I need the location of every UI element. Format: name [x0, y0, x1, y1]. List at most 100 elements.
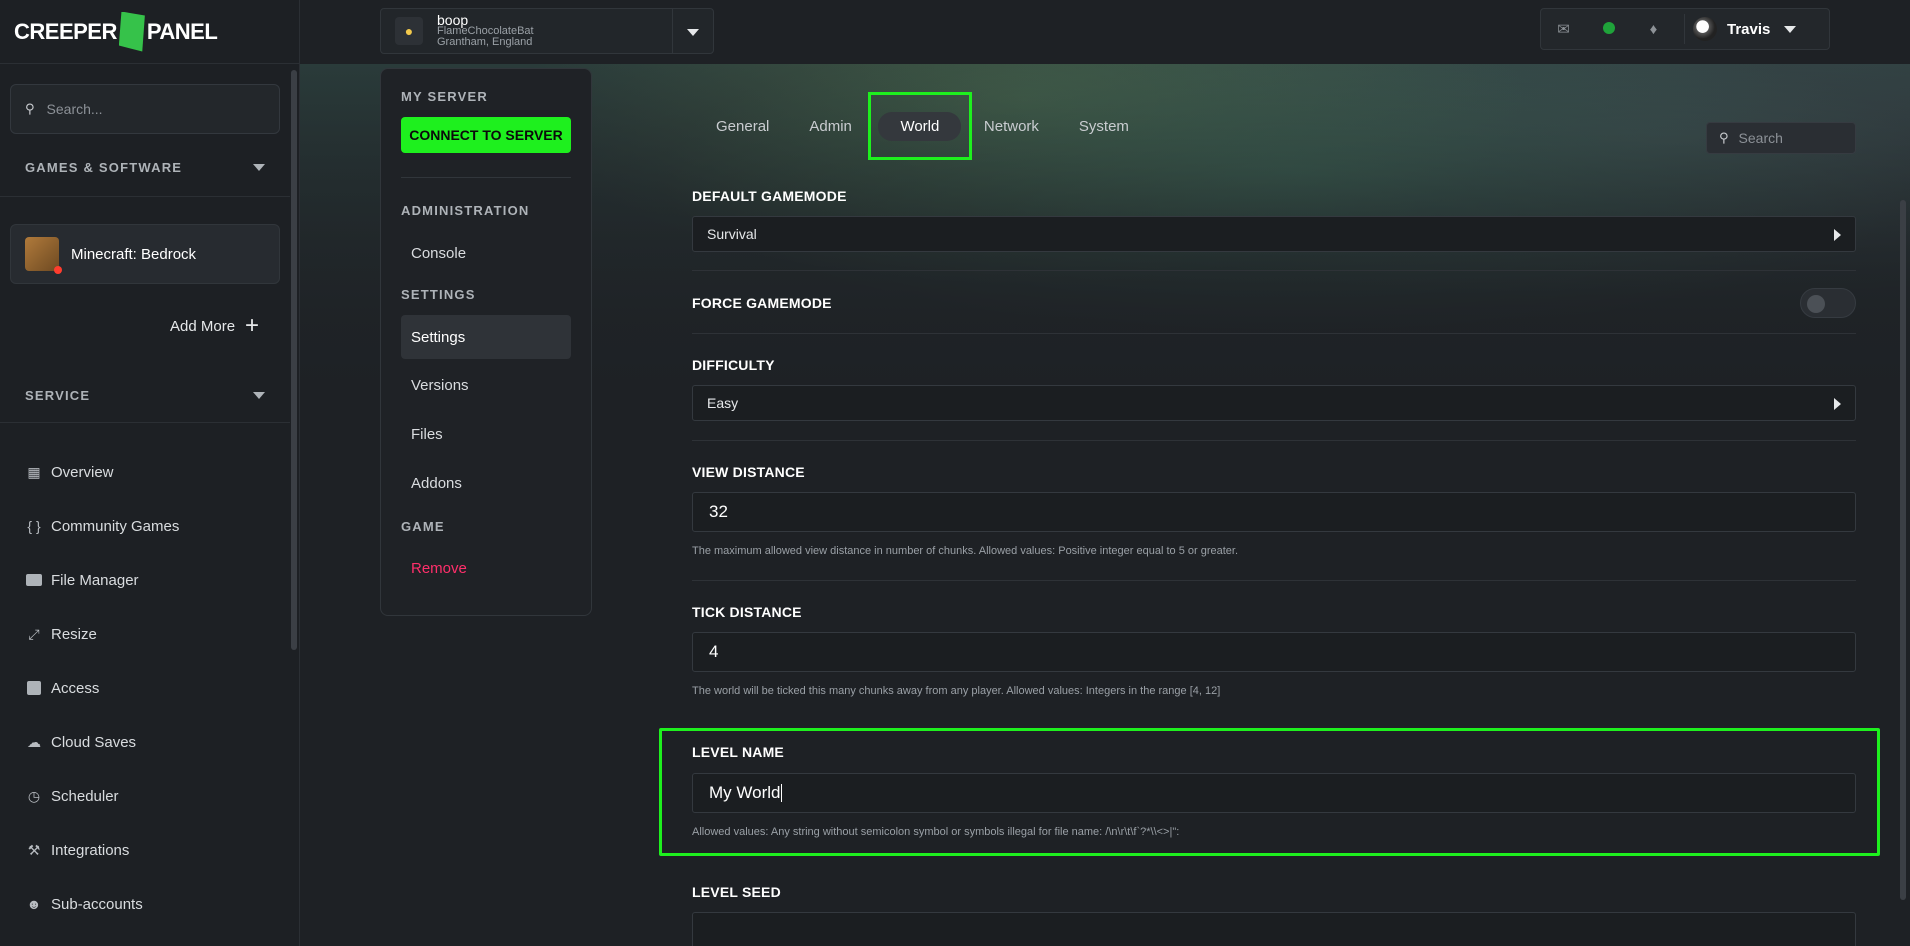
divider: [401, 177, 571, 178]
brand-logo[interactable]: CREEPER PANEL: [0, 0, 299, 64]
difficulty-value: Easy: [707, 395, 739, 411]
service-section-toggle[interactable]: SERVICE: [25, 388, 265, 403]
settings-heading: SETTINGS: [401, 287, 476, 302]
divider: [692, 270, 1856, 271]
clock-icon: ◷: [27, 787, 41, 804]
subnav-item-remove[interactable]: Remove: [411, 560, 467, 577]
sidebar-item-label: Cloud Saves: [51, 733, 137, 751]
chevron-down-icon: [253, 164, 265, 171]
view-distance-input[interactable]: 32: [692, 492, 1856, 532]
divider: [692, 580, 1856, 581]
wrench-icon: ⚒: [27, 841, 41, 858]
level-seed-input[interactable]: [692, 912, 1856, 946]
sidebar-item-label: Scheduler: [51, 787, 119, 805]
server-avatar-icon: ●: [395, 17, 423, 45]
chevron-down-icon[interactable]: [1784, 25, 1797, 33]
force-gamemode-label: FORCE GAMEMODE: [692, 295, 832, 311]
sidebar-item-community-games[interactable]: { } Community Games: [25, 517, 179, 535]
subnav-item-addons[interactable]: Addons: [411, 475, 462, 492]
level-seed-label: LEVEL SEED: [692, 884, 781, 900]
divider: [692, 333, 1856, 334]
user-name[interactable]: Travis: [1727, 21, 1770, 38]
chevron-right-icon: [1834, 398, 1841, 410]
avatar[interactable]: [1693, 17, 1717, 41]
sidebar-item-label: Community Games: [51, 517, 180, 535]
subnav-item-versions[interactable]: Versions: [411, 377, 469, 394]
difficulty-label: DIFFICULTY: [692, 357, 775, 373]
force-gamemode-toggle[interactable]: [1800, 288, 1856, 318]
status-indicator[interactable]: [1586, 21, 1631, 38]
search-icon: ⚲: [25, 101, 35, 116]
tab-world[interactable]: World: [867, 92, 972, 160]
tick-distance-value: 4: [709, 642, 719, 661]
tick-distance-hint: The world will be ticked this many chunk…: [692, 685, 1221, 697]
subnav-item-files[interactable]: Files: [411, 426, 443, 443]
tick-distance-label: TICK DISTANCE: [692, 604, 802, 620]
chevron-down-icon: [253, 392, 265, 399]
sidebar-item-scheduler[interactable]: ◷ Scheduler: [25, 787, 119, 805]
main-scrollbar[interactable]: [1900, 200, 1906, 900]
connect-to-server-button[interactable]: CONNECT TO SERVER: [401, 117, 571, 153]
sidebar-search-input[interactable]: [46, 101, 247, 117]
view-distance-hint: The maximum allowed view distance in num…: [692, 545, 1239, 557]
chat-icon[interactable]: ✉: [1541, 20, 1586, 38]
games-section-toggle[interactable]: GAMES & SOFTWARE: [25, 160, 265, 175]
games-section-label: GAMES & SOFTWARE: [25, 160, 183, 175]
sidebar-item-label: Access: [51, 679, 100, 697]
game-name: Minecraft: Bedrock: [71, 245, 197, 263]
level-name-hint: Allowed values: Any string without semic…: [692, 826, 1180, 838]
sidebar-item-label: Integrations: [51, 841, 130, 859]
server-name: boop: [437, 11, 469, 28]
add-more-button[interactable]: Add More +: [170, 314, 259, 338]
online-status-icon: [1602, 21, 1615, 34]
sidebar-scrollbar[interactable]: [291, 70, 297, 650]
chevron-down-icon[interactable]: [687, 29, 699, 36]
server-player: FlameChocolateBat: [437, 24, 534, 37]
sidebar-item-label: Resize: [51, 625, 97, 643]
difficulty-select[interactable]: Easy: [692, 385, 1856, 421]
tab-world-label: World: [878, 111, 962, 141]
sidebar-item-sub-accounts[interactable]: ☻ Sub-accounts: [25, 895, 143, 913]
sidebar-search: ⚲: [10, 84, 280, 134]
tab-admin[interactable]: Admin: [809, 118, 852, 135]
plus-icon: +: [245, 312, 260, 339]
server-picker[interactable]: ● boop FlameChocolateBat Grantham, Engla…: [380, 8, 714, 54]
divider: [672, 9, 673, 53]
folder-icon: [25, 571, 43, 589]
tab-general[interactable]: General: [716, 118, 769, 135]
divider: [1684, 14, 1685, 44]
tab-system[interactable]: System: [1079, 118, 1129, 135]
default-gamemode-label: DEFAULT GAMEMODE: [692, 188, 847, 204]
top-right-controls: ✉ ♦ Travis: [1540, 8, 1830, 50]
text-cursor: [781, 784, 783, 802]
sidebar-item-file-manager[interactable]: File Manager: [25, 571, 139, 589]
sidebar-item-resize[interactable]: ⤢ Resize: [25, 625, 97, 643]
sidebar-item-cloud-saves[interactable]: ☁ Cloud Saves: [25, 733, 136, 751]
my-server-heading: MY SERVER: [401, 89, 488, 104]
service-section-label: SERVICE: [25, 388, 91, 403]
sidebar-item-integrations[interactable]: ⚒ Integrations: [25, 841, 130, 859]
subnav-item-console[interactable]: Console: [411, 245, 466, 262]
server-location: Grantham, England: [437, 35, 533, 48]
resize-icon: ⤢: [28, 625, 40, 642]
divider: [0, 196, 290, 197]
subnav-item-settings[interactable]: Settings: [411, 329, 465, 346]
logo-right: PANEL: [146, 18, 218, 44]
lock-icon: [25, 679, 43, 697]
level-name-input[interactable]: My World: [692, 773, 1856, 813]
game-heading: GAME: [401, 519, 445, 534]
tab-network[interactable]: Network: [984, 118, 1039, 135]
level-name-value: My World: [709, 783, 781, 802]
administration-heading: ADMINISTRATION: [401, 203, 530, 218]
game-card-minecraft-bedrock[interactable]: Minecraft: Bedrock: [10, 224, 280, 284]
default-gamemode-value: Survival: [707, 226, 757, 242]
sidebar-item-overview[interactable]: ▦ Overview: [25, 463, 113, 481]
sidebar-item-access[interactable]: Access: [25, 679, 99, 697]
sidebar-item-label: Sub-accounts: [51, 895, 143, 913]
settings-tabs: General Admin World Network System: [700, 92, 1169, 160]
sidebar-item-label: File Manager: [51, 571, 139, 589]
default-gamemode-select[interactable]: Survival: [692, 216, 1856, 252]
settings-search-input[interactable]: [1738, 130, 1839, 146]
tick-distance-input[interactable]: 4: [692, 632, 1856, 672]
bell-icon[interactable]: ♦: [1631, 21, 1676, 38]
